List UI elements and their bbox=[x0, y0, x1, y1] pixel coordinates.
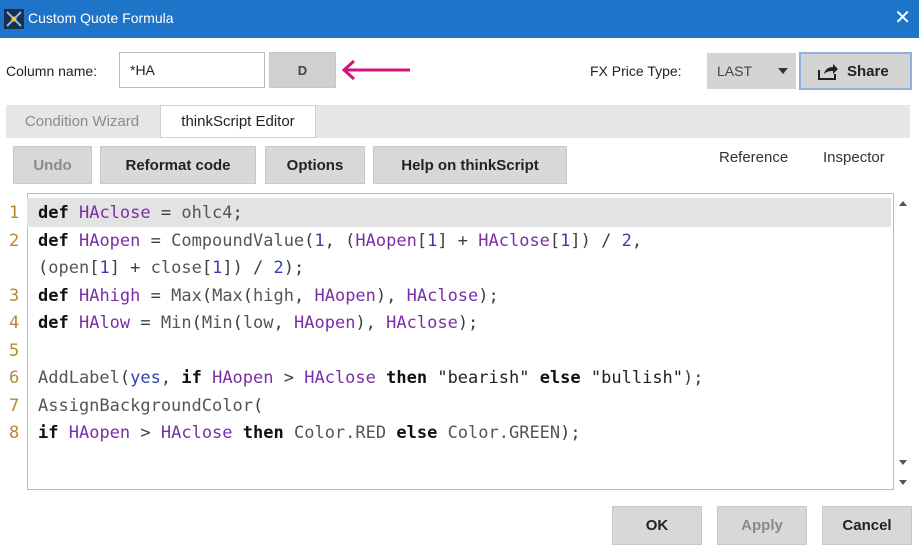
code-line: if HAopen > HAclose then Color.RED else … bbox=[38, 423, 581, 443]
title-bar: Custom Quote Formula ✕ bbox=[0, 0, 919, 38]
d-button[interactable]: D bbox=[269, 52, 336, 88]
scroll-down-icon[interactable] bbox=[899, 460, 907, 465]
code-line: AddLabel(yes, if HAopen > HAclose then "… bbox=[38, 368, 704, 388]
line-number: 6 bbox=[9, 368, 20, 388]
line-number: 1 bbox=[9, 203, 20, 223]
line-number: 7 bbox=[9, 396, 20, 416]
line-number: 2 bbox=[9, 231, 20, 251]
window-title: Custom Quote Formula bbox=[28, 10, 174, 26]
share-label: Share bbox=[847, 63, 889, 80]
left-arrow-annotation-icon bbox=[341, 59, 410, 81]
code-line: def HAhigh = Max(Max(high, HAopen), HAcl… bbox=[38, 286, 499, 306]
code-line: AssignBackgroundColor( bbox=[38, 396, 264, 416]
column-name-input[interactable]: *HA bbox=[119, 52, 265, 88]
code-line: def HAopen = CompoundValue(1, (HAopen[1]… bbox=[38, 231, 643, 251]
line-number: 8 bbox=[9, 423, 20, 443]
undo-button[interactable]: Undo bbox=[13, 146, 92, 184]
line-number: 5 bbox=[9, 341, 20, 361]
fx-price-type-value: LAST bbox=[717, 63, 753, 79]
options-button[interactable]: Options bbox=[265, 146, 365, 184]
editor-scrollbar[interactable] bbox=[896, 193, 910, 490]
help-on-thinkscript-button[interactable]: Help on thinkScript bbox=[373, 146, 567, 184]
reformat-code-button[interactable]: Reformat code bbox=[100, 146, 256, 184]
close-icon[interactable]: ✕ bbox=[894, 7, 911, 29]
code-line: def HAlow = Min(Min(low, HAopen), HAclos… bbox=[38, 313, 479, 333]
chevron-down-icon bbox=[778, 68, 788, 74]
ok-button[interactable]: OK bbox=[612, 506, 702, 545]
code-line: def HAclose = ohlc4; bbox=[38, 203, 243, 223]
tab-condition-wizard[interactable]: Condition Wizard bbox=[6, 105, 158, 138]
tab-thinkscript-editor[interactable]: thinkScript Editor bbox=[160, 105, 316, 138]
editor-tabs: Condition Wizard thinkScript Editor bbox=[6, 105, 910, 138]
code-line: (open[1] + close[1]) / 2); bbox=[38, 258, 305, 278]
scroll-down-icon[interactable] bbox=[899, 480, 907, 485]
cancel-button[interactable]: Cancel bbox=[822, 506, 912, 545]
line-number: 4 bbox=[9, 313, 20, 333]
share-button[interactable]: Share bbox=[799, 52, 912, 90]
inspector-link[interactable]: Inspector bbox=[823, 149, 885, 166]
line-number: 3 bbox=[9, 286, 20, 306]
reference-link[interactable]: Reference bbox=[719, 149, 788, 166]
apply-button[interactable]: Apply bbox=[717, 506, 807, 545]
fx-price-type-label: FX Price Type: bbox=[590, 63, 682, 79]
scroll-up-icon[interactable] bbox=[899, 201, 907, 206]
column-name-label: Column name: bbox=[6, 63, 98, 79]
fx-price-type-select[interactable]: LAST bbox=[707, 53, 796, 89]
share-icon bbox=[818, 64, 838, 80]
app-icon bbox=[4, 9, 24, 29]
